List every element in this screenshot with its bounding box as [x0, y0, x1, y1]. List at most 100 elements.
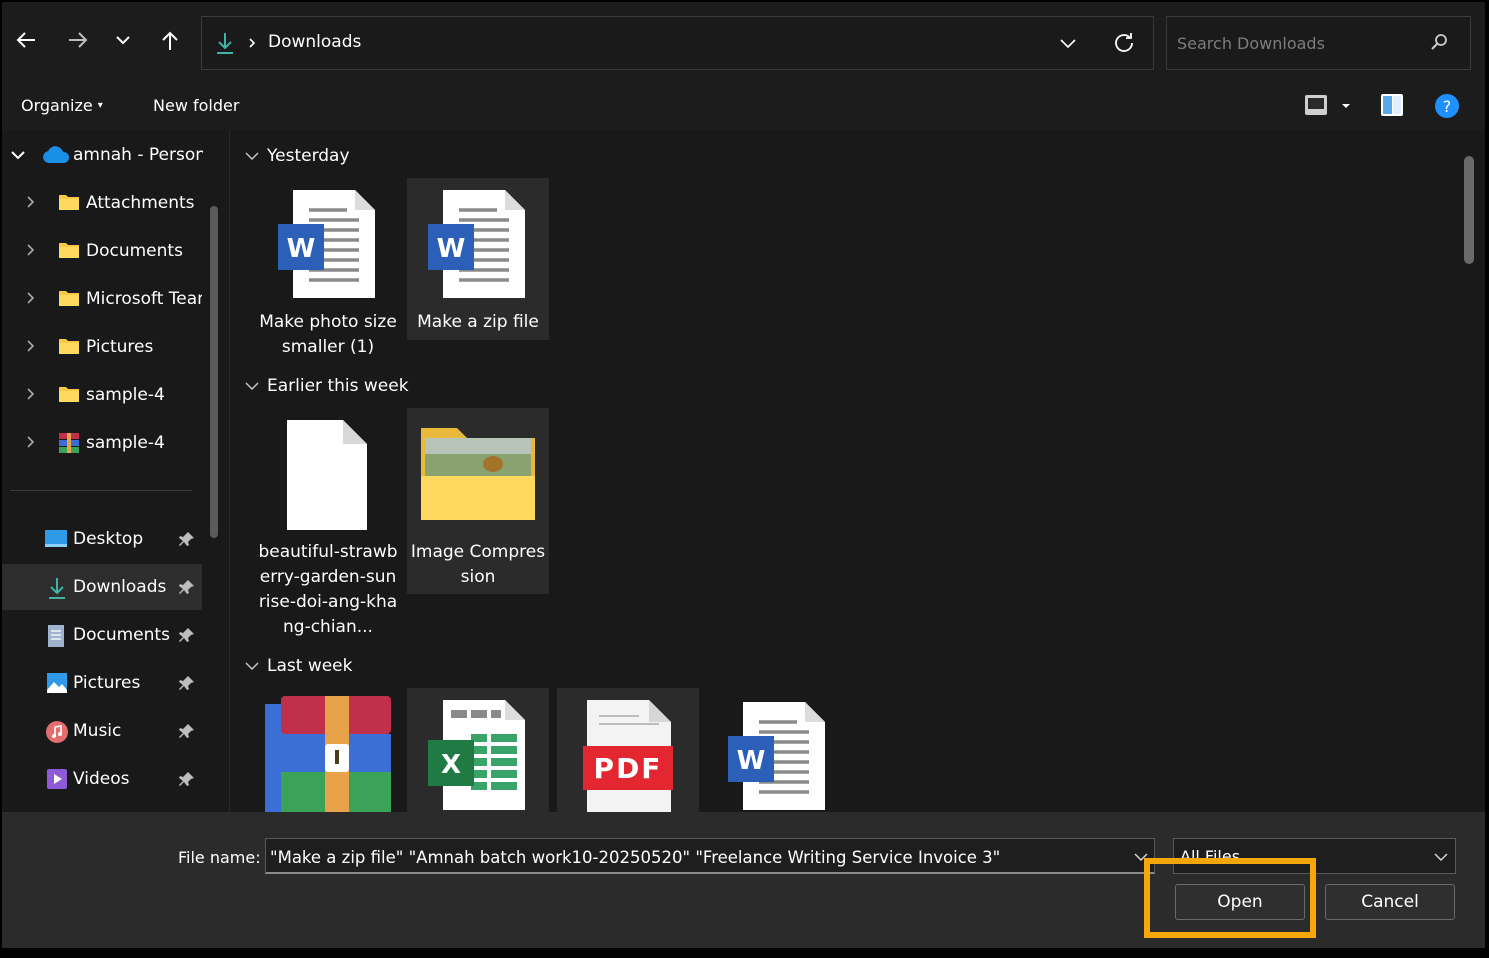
nav-quick-music[interactable]: Music [2, 708, 202, 754]
pin-icon[interactable] [178, 626, 196, 644]
nav-label: Attachments [86, 193, 195, 213]
nav-label: amnah - Persona [73, 145, 203, 165]
nav-sample-4-folder[interactable]: sample-4 [2, 372, 202, 418]
nav-quick-desktop[interactable]: Desktop [2, 516, 202, 562]
search-box[interactable] [1166, 16, 1471, 70]
view-options-icon[interactable] [1302, 92, 1358, 120]
file-name: Make photo size smaller (1) [259, 312, 397, 357]
documents-icon [48, 625, 64, 647]
file-open-dialog: Downloads Organize ▾ New folder ? amnah … [2, 2, 1485, 948]
nav-quick-videos[interactable]: Videos [2, 756, 202, 802]
nav-onedrive-account[interactable]: amnah - Persona [2, 132, 203, 178]
file-name-label: File name: [178, 848, 261, 867]
group-header-yesterday[interactable]: Yesterday [245, 146, 350, 166]
chevron-right-icon[interactable] [22, 386, 38, 402]
download-icon [217, 33, 233, 54]
chevron-right-icon [249, 38, 256, 48]
file-item-selected[interactable]: W Make a zip file [407, 178, 549, 340]
recent-locations-button[interactable] [105, 22, 141, 58]
excel-spreadsheet-icon: X [428, 700, 525, 810]
help-icon[interactable]: ? [1433, 92, 1461, 120]
navigation-pane[interactable]: amnah - Persona Attachments Documents Mi… [2, 130, 230, 812]
address-toolbar: Downloads [2, 2, 1485, 82]
nav-label: Pictures [73, 673, 141, 693]
arrow-right-icon [69, 32, 88, 48]
chevron-down-icon[interactable] [10, 147, 26, 163]
svg-text:?: ? [1443, 97, 1452, 116]
chevron-right-icon[interactable] [22, 338, 38, 354]
word-document-icon: W [728, 702, 825, 810]
download-icon [49, 578, 65, 599]
pin-icon[interactable] [178, 578, 196, 596]
nav-label: Desktop [73, 529, 144, 549]
nav-label: Downloads [73, 577, 167, 597]
svg-text:PDF: PDF [594, 752, 663, 785]
pin-icon[interactable] [178, 770, 196, 788]
folder-icon [59, 387, 79, 402]
file-item[interactable] [257, 688, 399, 812]
search-input[interactable] [1177, 31, 1417, 55]
address-bar[interactable]: Downloads [201, 16, 1154, 70]
chevron-down-icon [245, 382, 259, 390]
caret-down-icon: ▾ [97, 100, 103, 111]
nav-label: Pictures [86, 337, 154, 357]
folder-item[interactable]: Image Compression [407, 408, 549, 594]
back-button[interactable] [8, 22, 44, 58]
chevron-right-icon[interactable] [22, 290, 38, 306]
organize-button[interactable]: Organize ▾ [21, 96, 103, 115]
file-item[interactable]: PDF [557, 688, 699, 812]
file-item[interactable]: beautiful-strawberry-garden-sunrise-doi-… [257, 408, 399, 648]
nav-sample-4-archive[interactable]: sample-4 [2, 420, 202, 466]
content-scrollbar-thumb[interactable] [1464, 156, 1474, 264]
svg-text:W: W [437, 234, 466, 264]
nav-quick-documents[interactable]: Documents [2, 612, 202, 658]
file-item[interactable]: X [407, 688, 549, 812]
breadcrumb-downloads[interactable]: Downloads [268, 32, 361, 52]
nav-pictures-folder[interactable]: Pictures [2, 324, 202, 370]
nav-microsoft-teams[interactable]: Microsoft Team [2, 276, 202, 322]
winrar-archive-icon [265, 696, 391, 812]
pdf-document-icon: PDF [583, 700, 673, 812]
chevron-down-icon [245, 152, 259, 160]
generic-file-icon [287, 420, 367, 530]
pin-icon[interactable] [178, 530, 196, 548]
new-folder-button[interactable]: New folder [153, 96, 239, 115]
nav-documents-folder[interactable]: Documents [2, 228, 202, 274]
pin-icon[interactable] [178, 722, 196, 740]
chevron-right-icon[interactable] [22, 242, 38, 258]
up-button[interactable] [152, 22, 188, 58]
file-item[interactable]: W Make photo size smaller (1) [257, 178, 399, 368]
preview-pane-icon[interactable] [1379, 92, 1405, 118]
file-name-input[interactable] [270, 846, 1130, 868]
word-document-icon: W [428, 190, 525, 298]
folder-icon [59, 195, 79, 210]
group-label: Earlier this week [267, 376, 409, 396]
nav-scrollbar-thumb[interactable] [210, 206, 218, 538]
chevron-down-icon[interactable] [1058, 33, 1078, 53]
file-name-combobox[interactable] [265, 838, 1155, 874]
pin-icon[interactable] [178, 674, 196, 692]
arrow-left-icon [16, 32, 35, 48]
nav-quick-downloads[interactable]: Downloads [2, 564, 202, 610]
group-header-last-week[interactable]: Last week [245, 656, 352, 676]
cancel-button[interactable]: Cancel [1325, 884, 1455, 920]
nav-label: sample-4 [86, 385, 165, 405]
chevron-right-icon[interactable] [22, 194, 38, 210]
music-icon [46, 721, 68, 743]
chevron-right-icon[interactable] [22, 434, 38, 450]
file-item[interactable]: W [707, 688, 849, 812]
videos-icon [47, 769, 67, 789]
group-header-earlier-this-week[interactable]: Earlier this week [245, 376, 409, 396]
refresh-icon[interactable] [1112, 31, 1136, 55]
folder-icon [59, 243, 79, 258]
nav-label: Documents [86, 241, 183, 261]
nav-attachments[interactable]: Attachments [2, 180, 202, 226]
word-document-icon: W [278, 190, 375, 298]
svg-text:W: W [287, 234, 316, 264]
forward-button[interactable] [60, 22, 96, 58]
arrow-up-icon [162, 31, 178, 50]
file-list-view[interactable]: Yesterday W Make photo size smaller (1) … [231, 130, 1485, 812]
chevron-down-icon [245, 662, 259, 670]
group-label: Last week [267, 656, 353, 676]
nav-quick-pictures[interactable]: Pictures [2, 660, 202, 706]
